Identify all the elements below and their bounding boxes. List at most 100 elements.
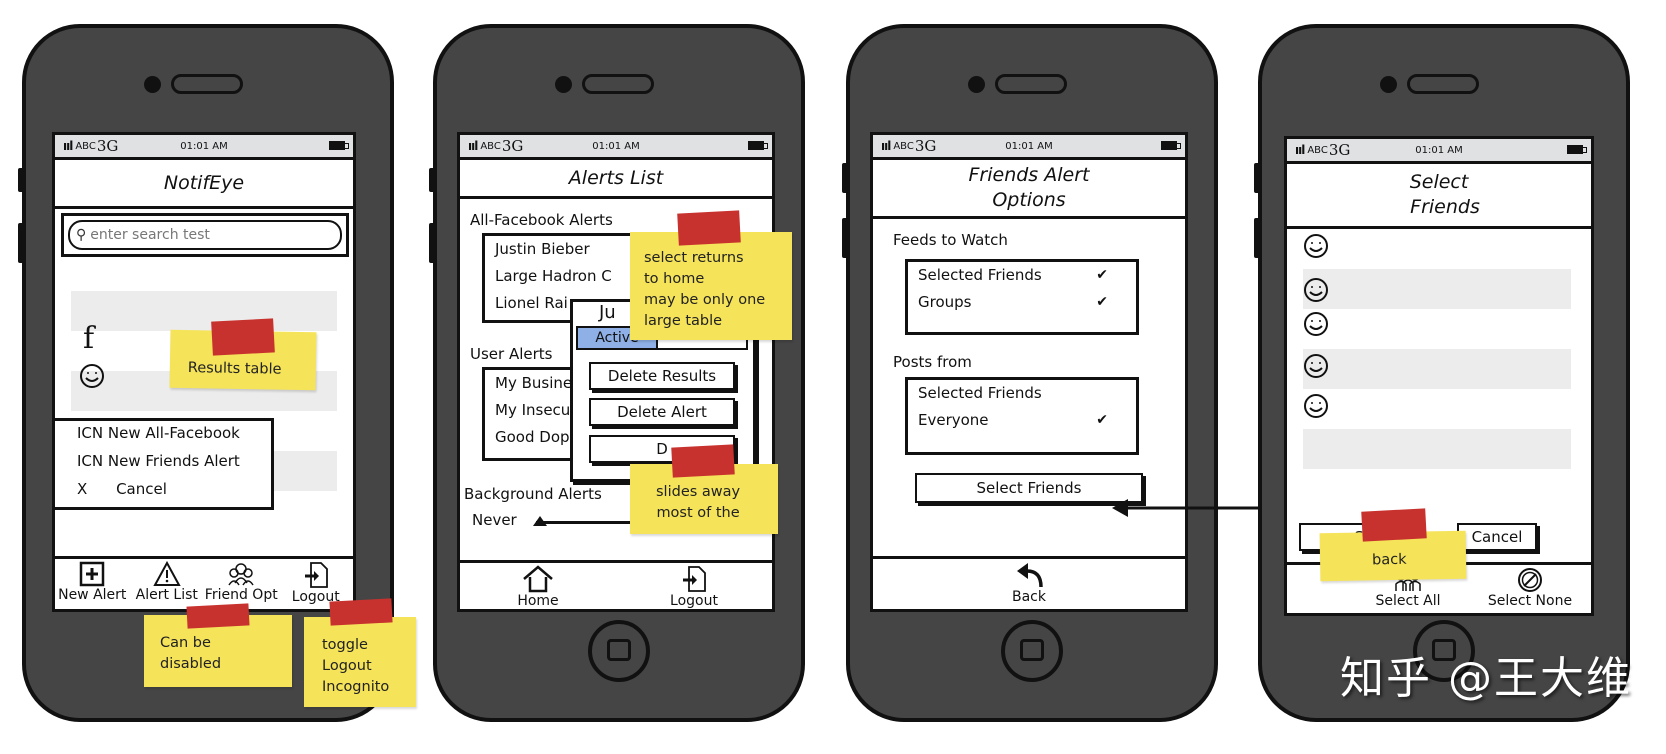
camera-icon (968, 76, 985, 93)
menu-item-new-all-facebook[interactable]: ICN New All-Facebook (77, 424, 240, 442)
home-hardware-button[interactable] (1001, 620, 1063, 682)
friend-row[interactable] (1303, 389, 1571, 429)
note-toggle-logout: toggle Logout Incognito (304, 617, 416, 707)
friend-row[interactable] (1303, 269, 1571, 309)
status-time: 01:01 AM (180, 140, 228, 152)
section-heading: Posts from (893, 353, 972, 371)
tab-select-none[interactable]: Select None (1469, 565, 1591, 613)
friends-list (1303, 229, 1571, 469)
tab-label: New Alert (58, 587, 127, 603)
tape (211, 318, 275, 356)
page-title: Friends Alert (968, 164, 1090, 186)
smiley-icon (1304, 394, 1328, 418)
camera-icon (1380, 76, 1397, 93)
page-title: Select (1409, 171, 1469, 193)
flow-arrow (1112, 499, 1278, 517)
tape (186, 603, 250, 629)
check-icon: ✔ (1096, 412, 1108, 428)
option-everyone[interactable]: Everyone ✔ (908, 407, 1136, 434)
friend-row[interactable] (1303, 429, 1571, 469)
status-bar: ııl ABC 3G 01:01 AM (1287, 139, 1591, 161)
status-time: 01:01 AM (1005, 140, 1053, 152)
phone-select-friends: ııl ABC 3G 01:01 AM Select Friends S Can… (1254, 24, 1632, 722)
feeds-to-watch-list: Selected Friends ✔ Groups ✔ (905, 259, 1139, 335)
tab-label: Home (517, 593, 559, 609)
note-text: back (1371, 551, 1407, 569)
delete-results-button[interactable]: Delete Results (589, 362, 735, 390)
friend-row[interactable] (1303, 349, 1571, 389)
camera-icon (144, 76, 161, 93)
speaker-icon (1407, 74, 1479, 94)
menu-item-new-friends-alert[interactable]: ICN New Friends Alert (77, 452, 240, 470)
title-bar: Alerts List (460, 157, 772, 199)
section-heading: All-Facebook Alerts (470, 211, 613, 229)
search-bar: ⚲ enter search test (61, 213, 349, 257)
option-selected-friends[interactable]: Selected Friends (908, 380, 1136, 407)
side-button (429, 168, 435, 192)
status-bar: ııl ABC 3G 01:01 AM (873, 135, 1185, 157)
home-hardware-button[interactable] (588, 620, 650, 682)
side-button (842, 163, 848, 193)
tab-new-alert[interactable]: New Alert (55, 559, 130, 609)
friend-row[interactable] (1303, 309, 1571, 349)
tab-logout[interactable]: Logout (616, 563, 772, 609)
tab-home[interactable]: Home (460, 563, 616, 609)
status-bar: ııl ABC 3G 01:01 AM (460, 135, 772, 157)
popover-title: Ju (599, 302, 616, 323)
section-heading: User Alerts (470, 345, 553, 363)
watermark: 知乎 @王大维 (1340, 653, 1632, 704)
tab-label: Logout (670, 593, 718, 609)
smiley-icon (80, 364, 104, 388)
speaker-icon (171, 74, 243, 94)
battery-icon (329, 141, 349, 150)
note-text: select returns to home may be only one l… (644, 250, 766, 329)
camera-icon (555, 76, 572, 93)
tab-bar: Back (873, 556, 1185, 609)
side-button (1254, 218, 1260, 258)
delete-alert-button[interactable]: Delete Alert (589, 398, 735, 426)
smiley-icon (1304, 312, 1328, 336)
tab-alert-list[interactable]: Alert List (130, 559, 205, 609)
tab-label: Friend Opt (204, 587, 278, 603)
check-icon: ✔ (1096, 267, 1108, 283)
note-text: slides away most of the (656, 484, 741, 521)
tab-label: Select None (1487, 593, 1573, 609)
search-input[interactable]: ⚲ enter search test (68, 220, 342, 250)
search-icon: ⚲ (76, 227, 87, 243)
option-selected-friends[interactable]: Selected Friends ✔ (908, 262, 1136, 289)
tape (677, 210, 741, 246)
tab-friend-opt[interactable]: Friend Opt (204, 559, 279, 609)
table-row[interactable] (71, 291, 337, 331)
smiley-icon (1304, 278, 1328, 302)
title-bar: Select Friends (1287, 161, 1591, 229)
posts-from-list: Selected Friends Everyone ✔ (905, 377, 1139, 455)
page-title-line2: Friends (1410, 196, 1480, 218)
screen-alerts-list: ııl ABC 3G 01:01 AM Alerts List All-Face… (457, 132, 775, 612)
back-arrow-icon (1017, 563, 1043, 588)
side-button (429, 223, 435, 263)
friend-row[interactable] (1303, 229, 1571, 269)
smiley-icon (1304, 234, 1328, 258)
side-button (1254, 163, 1260, 193)
new-alert-menu: ICN New All-Facebook ICN New Friends Ale… (55, 418, 274, 510)
close-icon: X (77, 480, 88, 498)
menu-item-label: Cancel (116, 480, 167, 498)
tab-back[interactable]: Back (873, 559, 1185, 609)
note-text: Results table (187, 360, 282, 378)
section-heading: Feeds to Watch (893, 231, 1008, 249)
tape (1361, 508, 1427, 542)
logout-icon (304, 562, 328, 588)
warning-icon (153, 561, 181, 586)
menu-item-cancel[interactable]: X Cancel (77, 480, 167, 498)
screen-friends-alert-options: ııl ABC 3G 01:01 AM Friends Alert Option… (870, 132, 1188, 612)
tape (329, 598, 393, 626)
search-placeholder: enter search test (90, 227, 210, 243)
tab-label: Alert List (135, 587, 198, 603)
cancel-button[interactable]: Cancel (1457, 523, 1537, 551)
speaker-icon (995, 74, 1067, 94)
slider-thumb[interactable] (533, 516, 548, 526)
title-bar: NotifEye (55, 157, 353, 209)
select-friends-button[interactable]: Select Friends (915, 473, 1143, 503)
note-text: Can be disabled (160, 635, 222, 672)
option-groups[interactable]: Groups ✔ (908, 289, 1136, 316)
